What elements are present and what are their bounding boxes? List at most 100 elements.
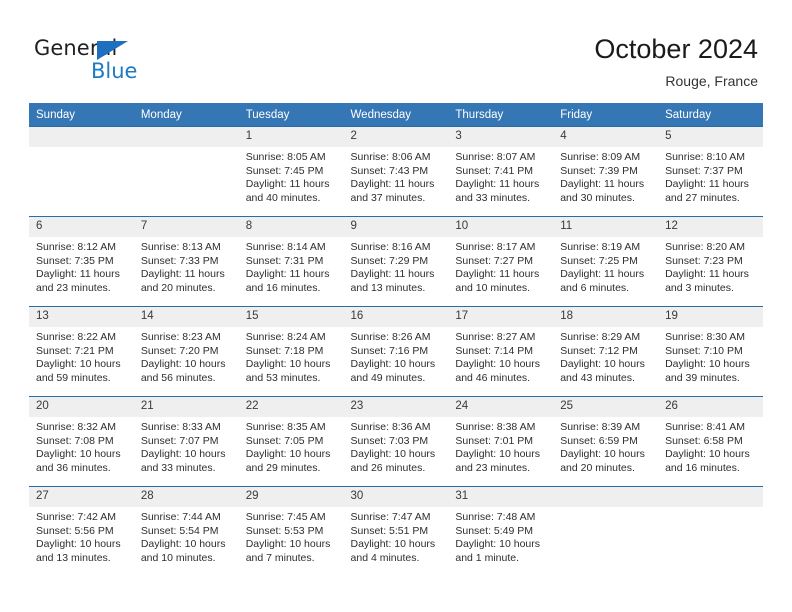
sunrise-text: Sunrise: 8:23 AM <box>140 331 221 343</box>
logo-text-blue: Blue <box>91 59 138 83</box>
sunset-text: Sunset: 7:10 PM <box>665 344 743 357</box>
day-number: 27 <box>29 487 134 507</box>
sunset-text: Sunset: 7:08 PM <box>36 434 114 447</box>
calendar-day-cell[interactable]: 22 Sunrise: 8:35 AM Sunset: 7:05 PM Dayligh… <box>238 396 344 487</box>
calendar-cell-empty <box>658 486 763 576</box>
day-details: Sunrise: 7:47 AM Sunset: 5:51 PM Daylight:… <box>344 507 449 565</box>
calendar-day-cell[interactable]: 24 Sunrise: 8:38 AM Sunset: 7:01 PM Dayligh… <box>448 396 554 487</box>
day-details: Sunrise: 8:13 AM Sunset: 7:33 PM Daylight:… <box>134 237 239 295</box>
day-details: Sunrise: 8:22 AM Sunset: 7:21 PM Daylight:… <box>29 327 134 385</box>
sunset-text: Sunset: 7:21 PM <box>36 344 114 357</box>
day-details: Sunrise: 8:39 AM Sunset: 6:59 PM Daylight:… <box>553 417 658 475</box>
sunrise-text: Sunrise: 8:12 AM <box>36 241 116 253</box>
sunset-text: Sunset: 7:01 PM <box>455 434 534 447</box>
day-number: 31 <box>448 487 554 507</box>
calendar-day-cell[interactable]: 28 Sunrise: 7:44 AM Sunset: 5:54 PM Dayligh… <box>133 486 239 576</box>
daylight-text: Daylight: 10 hours and 53 minutes. <box>245 358 331 384</box>
day-number <box>133 127 239 147</box>
calendar-page: General Blue October 2024 Rouge, France … <box>0 0 792 612</box>
day-number <box>29 127 134 147</box>
calendar-day-cell[interactable]: 27 Sunrise: 7:42 AM Sunset: 5:56 PM Dayligh… <box>29 486 134 576</box>
sunset-text: Sunset: 7:37 PM <box>665 164 743 177</box>
day-details: Sunrise: 8:14 AM Sunset: 7:31 PM Daylight:… <box>239 237 344 295</box>
calendar-day-cell[interactable]: 2 Sunrise: 8:06 AM Sunset: 7:43 PM Daylight… <box>343 126 449 217</box>
daylight-text: Daylight: 10 hours and 33 minutes. <box>140 448 226 474</box>
daylight-text: Daylight: 10 hours and 39 minutes. <box>665 358 750 384</box>
calendar-day-cell[interactable]: 4 Sunrise: 8:09 AM Sunset: 7:39 PM Daylight… <box>553 126 659 217</box>
sunset-text: Sunset: 7:16 PM <box>350 344 429 357</box>
calendar-day-cell[interactable]: 18 Sunrise: 8:29 AM Sunset: 7:12 PM Dayligh… <box>553 306 659 397</box>
calendar-day-cell[interactable]: 16 Sunrise: 8:26 AM Sunset: 7:16 PM Dayligh… <box>343 306 449 397</box>
calendar-day-cell[interactable]: 25 Sunrise: 8:39 AM Sunset: 6:59 PM Dayligh… <box>553 396 659 487</box>
day-number: 9 <box>343 217 449 237</box>
calendar-day-cell[interactable]: 5 Sunrise: 8:10 AM Sunset: 7:37 PM Daylight… <box>658 126 763 217</box>
day-details: Sunrise: 8:27 AM Sunset: 7:14 PM Daylight:… <box>448 327 553 385</box>
calendar-day-cell[interactable]: 3 Sunrise: 8:07 AM Sunset: 7:41 PM Daylight… <box>448 126 554 217</box>
day-details: Sunrise: 7:44 AM Sunset: 5:54 PM Daylight:… <box>134 507 239 565</box>
day-details: Sunrise: 8:24 AM Sunset: 7:18 PM Daylight:… <box>239 327 344 385</box>
calendar-day-cell[interactable]: 10 Sunrise: 8:17 AM Sunset: 7:27 PM Dayligh… <box>448 216 554 307</box>
day-number: 16 <box>343 307 449 327</box>
daylight-text: Daylight: 10 hours and 56 minutes. <box>140 358 226 384</box>
sunrise-text: Sunrise: 8:09 AM <box>560 151 641 163</box>
calendar-day-cell[interactable]: 21 Sunrise: 8:33 AM Sunset: 7:07 PM Dayligh… <box>133 396 239 487</box>
calendar-day-cell[interactable]: 7 Sunrise: 8:13 AM Sunset: 7:33 PM Daylight… <box>133 216 239 307</box>
calendar-day-cell[interactable]: 20 Sunrise: 8:32 AM Sunset: 7:08 PM Dayligh… <box>29 396 134 487</box>
daylight-text: Daylight: 10 hours and 23 minutes. <box>455 448 541 474</box>
daylight-text: Daylight: 11 hours and 13 minutes. <box>350 268 435 294</box>
sunset-text: Sunset: 7:33 PM <box>140 254 219 267</box>
sunrise-text: Sunrise: 8:22 AM <box>36 331 116 343</box>
sunset-text: Sunset: 7:29 PM <box>350 254 429 267</box>
sunset-text: Sunset: 7:35 PM <box>36 254 114 267</box>
calendar-day-cell[interactable]: 12 Sunrise: 8:20 AM Sunset: 7:23 PM Dayligh… <box>658 216 763 307</box>
calendar-day-cell[interactable]: 8 Sunrise: 8:14 AM Sunset: 7:31 PM Daylight… <box>238 216 344 307</box>
day-number: 24 <box>448 397 554 417</box>
day-number: 18 <box>553 307 659 327</box>
day-details: Sunrise: 7:45 AM Sunset: 5:53 PM Daylight:… <box>239 507 344 565</box>
day-number: 17 <box>448 307 554 327</box>
sunrise-text: Sunrise: 7:45 AM <box>245 511 326 523</box>
weekday-header-friday: Friday <box>553 103 659 127</box>
calendar-day-cell[interactable]: 9 Sunrise: 8:16 AM Sunset: 7:29 PM Daylight… <box>343 216 449 307</box>
day-details: Sunrise: 8:17 AM Sunset: 7:27 PM Daylight:… <box>448 237 553 295</box>
sunrise-text: Sunrise: 8:38 AM <box>455 421 536 433</box>
calendar-day-cell[interactable]: 14 Sunrise: 8:23 AM Sunset: 7:20 PM Dayligh… <box>133 306 239 397</box>
weekday-header-monday: Monday <box>133 103 239 127</box>
calendar-day-cell[interactable]: 19 Sunrise: 8:30 AM Sunset: 7:10 PM Dayligh… <box>658 306 763 397</box>
day-number <box>658 487 763 507</box>
day-number: 20 <box>29 397 134 417</box>
day-details: Sunrise: 8:32 AM Sunset: 7:08 PM Daylight:… <box>29 417 134 475</box>
calendar-week-row: 27 Sunrise: 7:42 AM Sunset: 5:56 PM Dayligh… <box>29 486 763 576</box>
day-number: 13 <box>29 307 134 327</box>
sunrise-text: Sunrise: 7:44 AM <box>140 511 221 523</box>
daylight-text: Daylight: 11 hours and 30 minutes. <box>560 178 645 204</box>
day-details: Sunrise: 8:26 AM Sunset: 7:16 PM Daylight:… <box>344 327 449 385</box>
day-details: Sunrise: 8:29 AM Sunset: 7:12 PM Daylight:… <box>553 327 658 385</box>
calendar-day-cell[interactable]: 13 Sunrise: 8:22 AM Sunset: 7:21 PM Dayligh… <box>29 306 134 397</box>
sunrise-text: Sunrise: 8:26 AM <box>350 331 431 343</box>
calendar-day-cell[interactable]: 29 Sunrise: 7:45 AM Sunset: 5:53 PM Dayligh… <box>238 486 344 576</box>
calendar-day-cell[interactable]: 26 Sunrise: 8:41 AM Sunset: 6:58 PM Dayligh… <box>658 396 763 487</box>
sunrise-text: Sunrise: 8:20 AM <box>665 241 746 253</box>
calendar-day-cell[interactable]: 1 Sunrise: 8:05 AM Sunset: 7:45 PM Daylight… <box>238 126 344 217</box>
calendar-day-cell[interactable]: 6 Sunrise: 8:12 AM Sunset: 7:35 PM Daylight… <box>29 216 134 307</box>
calendar-day-cell[interactable]: 11 Sunrise: 8:19 AM Sunset: 7:25 PM Dayligh… <box>553 216 659 307</box>
day-details: Sunrise: 8:07 AM Sunset: 7:41 PM Daylight:… <box>448 147 553 205</box>
sunrise-text: Sunrise: 8:16 AM <box>350 241 431 253</box>
sunset-text: Sunset: 7:12 PM <box>560 344 638 357</box>
calendar-table: Sunday Monday Tuesday Wednesday Thursday… <box>29 103 763 576</box>
sunset-text: Sunset: 7:43 PM <box>350 164 429 177</box>
calendar-day-cell[interactable]: 15 Sunrise: 8:24 AM Sunset: 7:18 PM Dayligh… <box>238 306 344 397</box>
daylight-text: Daylight: 10 hours and 1 minute. <box>455 538 541 564</box>
daylight-text: Daylight: 11 hours and 3 minutes. <box>665 268 749 294</box>
day-details: Sunrise: 8:19 AM Sunset: 7:25 PM Daylight:… <box>553 237 658 295</box>
sunrise-text: Sunrise: 7:47 AM <box>350 511 431 523</box>
day-details: Sunrise: 8:23 AM Sunset: 7:20 PM Daylight:… <box>134 327 239 385</box>
day-number: 1 <box>238 127 344 147</box>
sunset-text: Sunset: 7:05 PM <box>245 434 324 447</box>
calendar-day-cell[interactable]: 17 Sunrise: 8:27 AM Sunset: 7:14 PM Dayligh… <box>448 306 554 397</box>
calendar-day-cell[interactable]: 23 Sunrise: 8:36 AM Sunset: 7:03 PM Dayligh… <box>343 396 449 487</box>
day-details: Sunrise: 7:42 AM Sunset: 5:56 PM Daylight:… <box>29 507 134 565</box>
calendar-day-cell[interactable]: 30 Sunrise: 7:47 AM Sunset: 5:51 PM Dayligh… <box>343 486 449 576</box>
calendar-day-cell[interactable]: 31 Sunrise: 7:48 AM Sunset: 5:49 PM Dayligh… <box>448 486 554 576</box>
